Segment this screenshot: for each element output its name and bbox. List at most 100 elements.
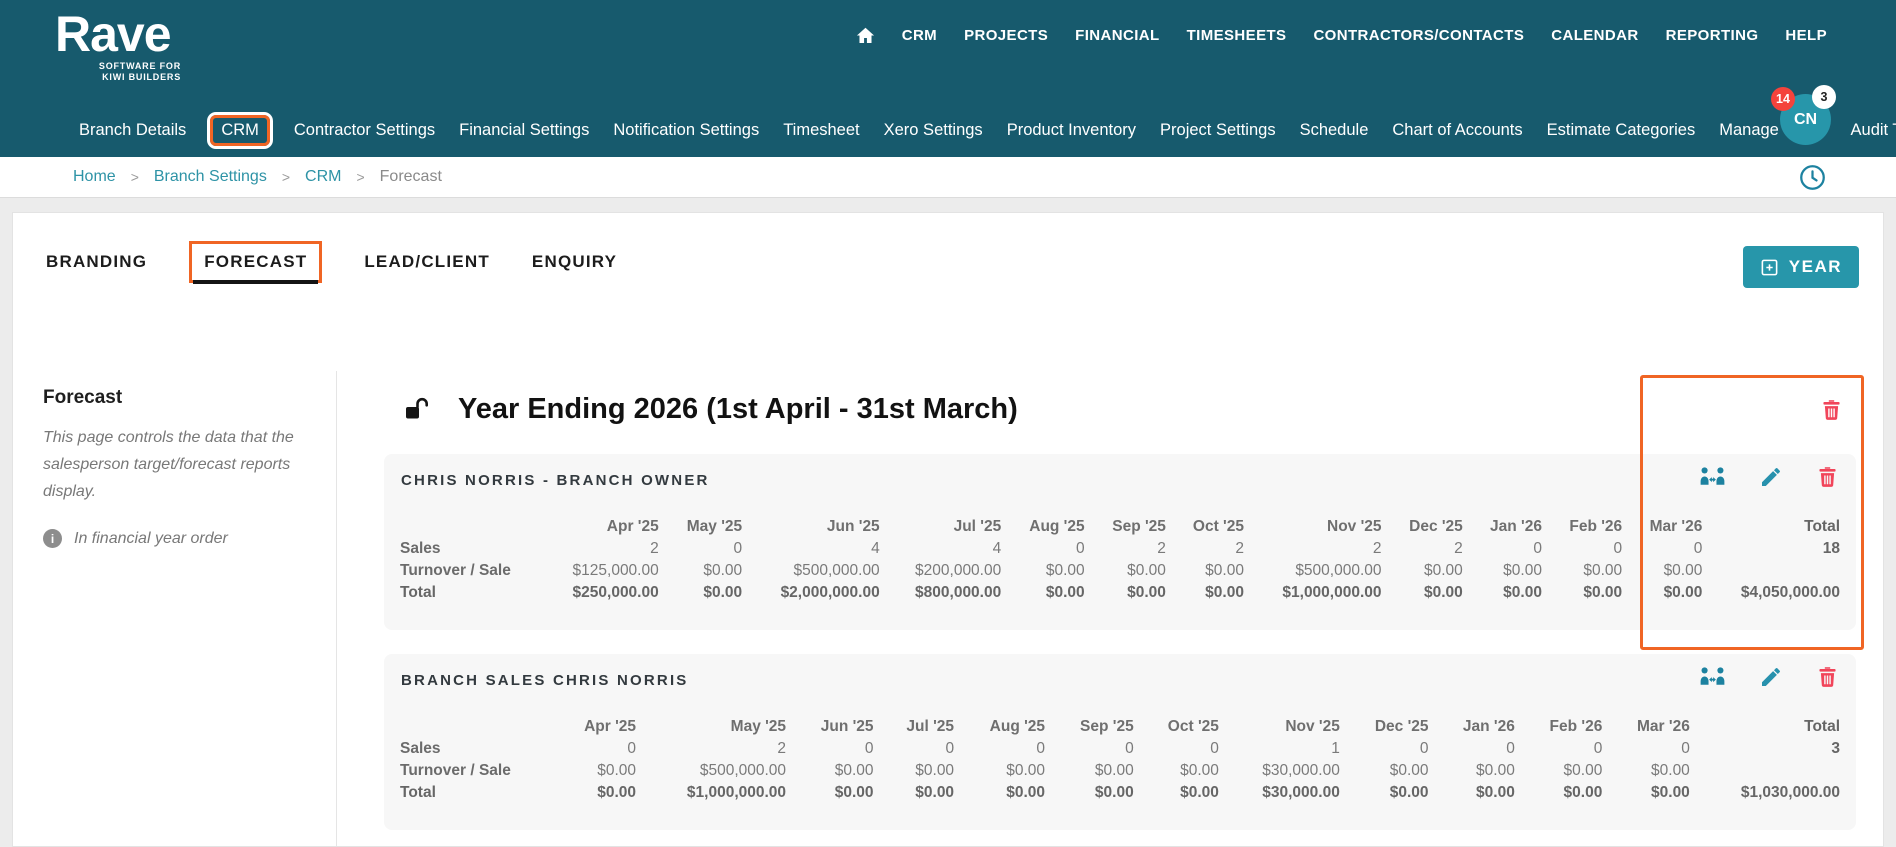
month-header-cell <box>400 716 550 738</box>
home-icon[interactable] <box>856 26 875 45</box>
forecast-value-cell: 0 <box>1036 740 1046 757</box>
forecast-value-cell: $0.00 <box>1205 584 1244 601</box>
month-header-cell: Aug '25 <box>989 718 1046 735</box>
settings-nav-notification-settings[interactable]: Notification Settings <box>613 121 759 140</box>
month-header-cell: Total <box>1804 718 1840 735</box>
forecast-card-title: BRANCH SALES CHRIS NORRIS <box>401 672 689 689</box>
forecast-value-cell: $0.00 <box>703 584 743 601</box>
settings-nav-product-inventory[interactable]: Product Inventory <box>1007 121 1136 140</box>
top-nav-timesheets[interactable]: TIMESHEETS <box>1187 27 1287 44</box>
forecast-table: Apr '25 May '25 Jun '25 Jul '25 Aug '25 Sep '… <box>400 516 1840 604</box>
sidebar-description: This page controls the data that the sal… <box>43 429 294 500</box>
month-header-cell: Feb '26 <box>1569 518 1623 535</box>
forecast-value-cell: $1,000,000.00 <box>686 784 787 801</box>
settings-nav-project-settings[interactable]: Project Settings <box>1160 121 1276 140</box>
forecast-value-cell: $0.00 <box>1127 584 1166 601</box>
people-arrows-icon[interactable] <box>1699 666 1726 688</box>
breadcrumb-separator: > <box>356 169 365 185</box>
settings-nav-xero-settings[interactable]: Xero Settings <box>884 121 983 140</box>
forecast-value-cell: $0.00 <box>1503 584 1542 601</box>
forecast-value-cell: $0.00 <box>1651 784 1690 801</box>
forecast-value-cell: $0.00 <box>1663 562 1703 579</box>
breadcrumb-home[interactable]: Home <box>73 168 116 186</box>
month-header-cell: Sep '25 <box>1112 518 1166 535</box>
forecast-value-cell: 18 <box>1822 540 1840 557</box>
settings-nav-contractor-settings[interactable]: Contractor Settings <box>294 121 435 140</box>
delete-trash-icon[interactable] <box>1816 465 1839 489</box>
month-header-cell: Nov '25 <box>1285 718 1340 735</box>
forecast-value-cell: 2 <box>1372 540 1382 557</box>
forecast-value-cell: 2 <box>1454 540 1463 557</box>
forecast-value-cell: $30,000.00 <box>1262 784 1340 801</box>
forecast-value-cell: 0 <box>1593 740 1603 757</box>
forecast-value-cell: $500,000.00 <box>1295 562 1382 579</box>
breadcrumb-current: Forecast <box>379 168 442 185</box>
delete-year-trash-icon[interactable] <box>1820 398 1843 422</box>
month-header-cell: Aug '25 <box>1029 518 1085 535</box>
settings-nav-estimate-categories[interactable]: Estimate Categories <box>1547 121 1696 140</box>
forecast-data-row: Turnover / Sale $125,000.00 $0.00 $500,000.… <box>400 560 1840 582</box>
forecast-data-row: Turnover / Sale $0.00 $500,000.00 $0.00 $0.0… <box>400 760 1840 782</box>
edit-pencil-icon[interactable] <box>1759 465 1783 489</box>
settings-nav-crm[interactable]: CRM <box>210 115 270 146</box>
forecast-value-cell: $0.00 <box>1389 762 1429 779</box>
breadcrumb: Home > Branch Settings > CRM > Forecast <box>73 157 442 197</box>
tab-forecast[interactable]: FORECAST <box>189 241 323 284</box>
edit-pencil-icon[interactable] <box>1759 665 1783 689</box>
sidebar-title: Forecast <box>43 387 123 408</box>
settings-nav-audit-trail[interactable]: Audit Trail <box>1851 121 1896 140</box>
settings-nav-timesheet[interactable]: Timesheet <box>783 121 859 140</box>
forecast-value-cell: 0 <box>1533 540 1542 557</box>
forecast-table: Apr '25 May '25 Jun '25 Jul '25 Aug '25 Sep '… <box>400 716 1840 804</box>
forecast-value-cell: $0.00 <box>1180 762 1219 779</box>
top-nav-reporting[interactable]: REPORTING <box>1666 27 1759 44</box>
forecast-value-cell: $0.00 <box>597 762 636 779</box>
forecast-value-cell: $500,000.00 <box>699 762 787 779</box>
forecast-value-cell: $0.00 <box>1180 784 1219 801</box>
forecast-value-cell: Sales <box>400 740 441 757</box>
forecast-value-cell: $0.00 <box>1127 562 1166 579</box>
forecast-value-cell: $0.00 <box>1094 784 1134 801</box>
breadcrumb-crm[interactable]: CRM <box>305 168 341 186</box>
settings-nav: Branch Details CRM Contractor Settings Fina… <box>79 115 1896 146</box>
top-nav-help[interactable]: HELP <box>1785 27 1827 44</box>
top-nav-calendar[interactable]: CALENDAR <box>1551 27 1638 44</box>
settings-nav-branch-details[interactable]: Branch Details <box>79 121 186 140</box>
forecast-value-cell: $0.00 <box>1205 562 1244 579</box>
settings-nav-financial-settings[interactable]: Financial Settings <box>459 121 589 140</box>
month-header-cell: Jan '26 <box>1490 518 1542 535</box>
settings-nav-schedule[interactable]: Schedule <box>1300 121 1369 140</box>
forecast-content: Year Ending 2026 (1st April - 31st March… <box>384 213 1856 846</box>
month-header-cell: Jan '26 <box>1462 718 1515 735</box>
top-nav-financial[interactable]: FINANCIAL <box>1075 27 1159 44</box>
forecast-value-cell: 0 <box>627 740 636 757</box>
forecast-value-cell: 0 <box>864 740 874 757</box>
forecast-value-cell: 2 <box>1235 540 1244 557</box>
forecast-card-title: CHRIS NORRIS - BRANCH OWNER <box>401 472 710 489</box>
people-arrows-icon[interactable] <box>1699 466 1726 488</box>
rave-logo[interactable]: Rave SOFTWARE FOR KIWI BUILDERS <box>55 8 181 83</box>
forecast-value-cell: Turnover / Sale <box>400 762 511 779</box>
top-nav-contractors-contacts[interactable]: CONTRACTORS/CONTACTS <box>1313 27 1524 44</box>
forecast-value-cell: 0 <box>1506 740 1515 757</box>
top-nav-projects[interactable]: PROJECTS <box>964 27 1048 44</box>
settings-nav-chart-of-accounts[interactable]: Chart of Accounts <box>1392 121 1522 140</box>
top-nav-crm[interactable]: CRM <box>902 27 937 44</box>
forecast-value-cell: $200,000.00 <box>915 562 1002 579</box>
forecast-value-cell: $0.00 <box>1583 584 1623 601</box>
history-clock-icon[interactable] <box>1799 164 1826 191</box>
lock-open-icon[interactable] <box>404 397 430 422</box>
year-heading-row: Year Ending 2026 (1st April - 31st March… <box>404 393 1856 426</box>
forecast-value-cell: 2 <box>650 540 659 557</box>
breadcrumb-branch-settings[interactable]: Branch Settings <box>154 168 267 186</box>
forecast-value-cell: $1,000,000.00 <box>1282 584 1382 601</box>
forecast-data-row: Sales 0 2 0 0 0 0 0 1 0 0 0 0 3 <box>400 738 1840 760</box>
delete-trash-icon[interactable] <box>1816 665 1839 689</box>
forecast-value-cell: $500,000.00 <box>793 562 880 579</box>
tab-branding[interactable]: BRANDING <box>46 241 147 283</box>
forecast-value-cell: $0.00 <box>1563 784 1603 801</box>
forecast-value-cell: $0.00 <box>915 784 955 801</box>
breadcrumb-separator: > <box>130 169 139 185</box>
forecast-value-cell: $0.00 <box>1663 584 1703 601</box>
month-header-cell: Oct '25 <box>1167 718 1219 735</box>
